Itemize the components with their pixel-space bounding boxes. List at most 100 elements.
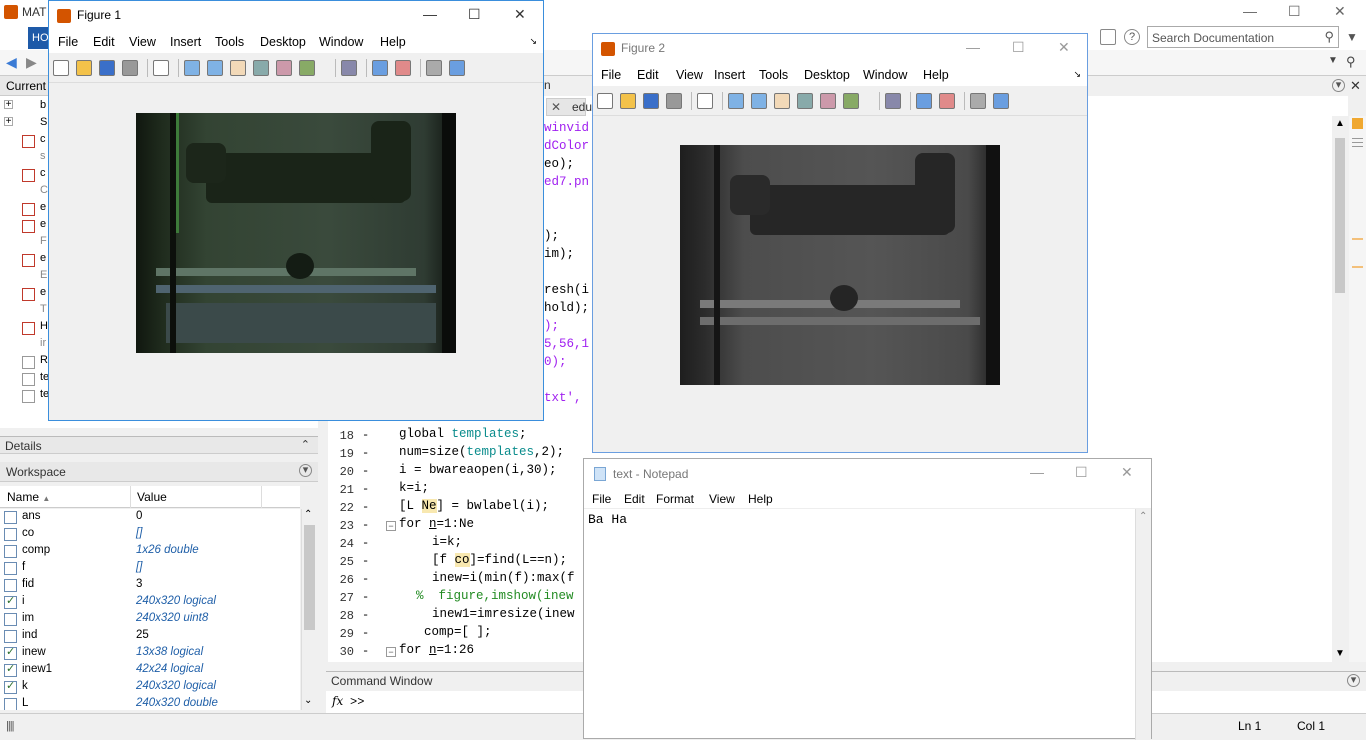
zoom-in-icon[interactable] [728, 93, 744, 109]
notepad-text-content[interactable]: Ba Ha [588, 512, 627, 527]
figure1-close-button[interactable]: ✕ [514, 6, 526, 23]
code-line-partial[interactable]: 0); [544, 355, 567, 373]
workspace-variable-row[interactable]: co [] [0, 526, 300, 543]
open-file-icon[interactable] [76, 60, 92, 76]
workspace-variable-row[interactable]: inew1 42x24 logical [0, 662, 300, 679]
breakpoint-dash[interactable]: - [362, 446, 369, 460]
forward-arrow-icon[interactable]: ▶ [26, 54, 37, 71]
new-figure-icon[interactable] [597, 93, 613, 109]
code-line-partial[interactable]: txt', [544, 391, 582, 409]
figure2-dock-arrow-icon[interactable]: ↘ [1073, 69, 1081, 80]
pan-icon[interactable] [774, 93, 790, 109]
figure1-menu-insert[interactable]: Insert [170, 35, 201, 49]
figure2-menu-insert[interactable]: Insert [714, 68, 745, 82]
figure2-maximize-button[interactable]: ☐ [1012, 39, 1025, 56]
show-plot-tools-icon[interactable] [449, 60, 465, 76]
code-line[interactable]: [L Ne] = bwlabel(i); [399, 499, 549, 517]
notepad-menu-format[interactable]: Format [656, 492, 694, 506]
editor-scroll-thumb[interactable] [1335, 138, 1345, 293]
print-icon[interactable] [666, 93, 682, 109]
figure1-dock-arrow-icon[interactable]: ↘ [529, 36, 537, 47]
matlab-close-button[interactable]: ✕ [1334, 3, 1346, 20]
help-icon[interactable]: ? [1124, 29, 1140, 45]
code-line-partial[interactable]: ed7.pn [544, 175, 589, 193]
breakpoint-dash[interactable]: - [362, 518, 369, 532]
address-dropdown-icon[interactable]: ▼ [1328, 55, 1338, 66]
notepad-scrollbar[interactable]: ⌃ [1135, 509, 1151, 740]
address-search-icon[interactable]: ⚲ [1346, 54, 1356, 70]
code-line-partial[interactable]: winvid [544, 121, 589, 139]
code-line[interactable]: for n=1:Ne [399, 517, 474, 535]
breakpoint-dash[interactable]: - [362, 644, 369, 658]
code-line[interactable]: inew1=imresize(inew [432, 607, 575, 625]
notepad-maximize-button[interactable]: ☐ [1075, 464, 1088, 481]
column-value-header[interactable]: Value [137, 490, 167, 504]
figure1-menu-file[interactable]: File [58, 35, 78, 49]
figure2-menu-edit[interactable]: Edit [637, 68, 659, 82]
breakpoint-dash[interactable]: - [362, 554, 369, 568]
figure2-minimize-button[interactable]: — [966, 39, 980, 55]
rotate-icon[interactable] [797, 93, 813, 109]
notepad-menu-file[interactable]: File [592, 492, 611, 506]
search-documentation-input[interactable]: Search Documentation ⚲ [1147, 26, 1339, 48]
legend-icon[interactable] [395, 60, 411, 76]
figure2-close-button[interactable]: ✕ [1058, 39, 1070, 56]
notepad-close-button[interactable]: ✕ [1121, 464, 1133, 481]
code-line-partial[interactable]: ); [544, 319, 559, 337]
rotate-icon[interactable] [253, 60, 269, 76]
scroll-thumb[interactable] [304, 525, 315, 630]
workspace-variable-row[interactable]: ind 25 [0, 628, 300, 645]
save-icon[interactable] [643, 93, 659, 109]
workspace-variable-row[interactable]: ans 0 [0, 509, 300, 526]
warning-indicator-icon[interactable] [1352, 118, 1363, 129]
figure1-menu-help[interactable]: Help [380, 35, 406, 49]
figure1-window[interactable]: Figure 1 — ☐ ✕ File Edit View Insert Tools De… [48, 0, 544, 421]
code-line[interactable]: k=i; [399, 481, 429, 499]
collapse-chevron-icon[interactable]: ⌃ [301, 438, 310, 451]
editor-tab-label[interactable]: n [544, 78, 551, 92]
expand-icon[interactable]: + [4, 100, 13, 110]
fold-toggle-icon[interactable]: − [386, 647, 396, 657]
workspace-actions-icon[interactable]: ▾ [299, 464, 312, 477]
workspace-variable-row[interactable]: inew 13x38 logical [0, 645, 300, 662]
hide-plot-tools-icon[interactable] [426, 60, 442, 76]
fold-toggle-icon[interactable]: − [386, 521, 396, 531]
code-line[interactable]: [f co]=find(L==n); [432, 553, 567, 571]
notepad-title-bar[interactable]: text - Notepad — ☐ ✕ [584, 459, 1151, 489]
figure1-minimize-button[interactable]: — [423, 6, 437, 22]
hide-plot-tools-icon[interactable] [970, 93, 986, 109]
breakpoint-dash[interactable]: - [362, 500, 369, 514]
figure1-title-bar[interactable]: Figure 1 — ☐ ✕ [49, 1, 543, 31]
data-cursor-icon[interactable] [820, 93, 836, 109]
figure2-menu-desktop[interactable]: Desktop [804, 68, 850, 82]
show-plot-tools-icon[interactable] [993, 93, 1009, 109]
print-icon[interactable] [122, 60, 138, 76]
pan-icon[interactable] [230, 60, 246, 76]
figure1-maximize-button[interactable]: ☐ [468, 6, 481, 23]
link-icon[interactable] [885, 93, 901, 109]
code-line[interactable]: global templates; [399, 427, 527, 445]
data-cursor-icon[interactable] [276, 60, 292, 76]
code-line-partial[interactable]: eo); [544, 157, 574, 175]
colorbar-icon[interactable] [372, 60, 388, 76]
code-line[interactable]: for n=1:26 [399, 643, 474, 661]
column-name-header[interactable]: Name ▲ [7, 490, 50, 504]
notepad-menu-help[interactable]: Help [748, 492, 773, 506]
brush-icon[interactable] [843, 93, 859, 109]
matlab-minimize-button[interactable]: — [1243, 3, 1257, 19]
workspace-scrollbar[interactable]: ⌃ ⌄ [301, 509, 317, 710]
code-line-partial[interactable]: dColor [544, 139, 589, 157]
notepad-window[interactable]: text - Notepad — ☐ ✕ File Edit Format View H… [583, 458, 1152, 740]
figure2-window[interactable]: Figure 2 — ☐ ✕ File Edit View Insert Tools De… [592, 33, 1088, 453]
workspace-variable-row[interactable]: comp 1x26 double [0, 543, 300, 560]
breakpoint-dash[interactable]: - [362, 464, 369, 478]
editor-close-icon[interactable]: ✕ [1350, 78, 1361, 94]
figure2-menu-view[interactable]: View [676, 68, 703, 82]
notepad-menu-edit[interactable]: Edit [624, 492, 645, 506]
zoom-in-icon[interactable] [184, 60, 200, 76]
breakpoint-dash[interactable]: - [362, 626, 369, 640]
code-line[interactable]: num=size(templates,2); [399, 445, 564, 463]
search-icon[interactable]: ⚲ [1324, 29, 1334, 45]
code-line[interactable]: i = bwareaopen(i,30); [399, 463, 557, 481]
fx-icon[interactable]: fx [332, 694, 343, 708]
